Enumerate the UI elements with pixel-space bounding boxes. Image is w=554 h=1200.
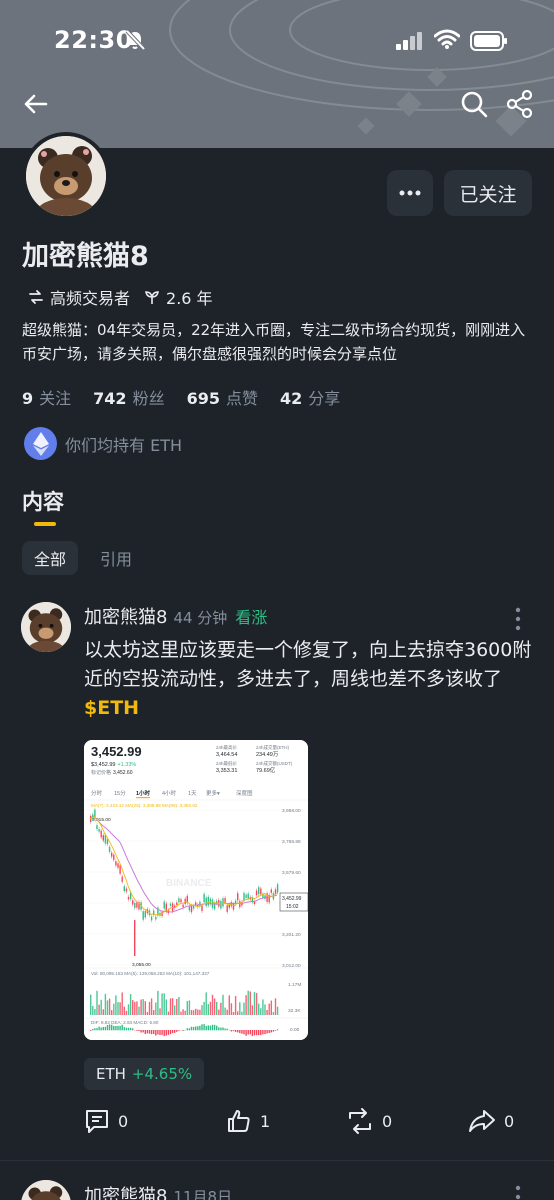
- tag-trader: 高频交易者: [28, 285, 130, 309]
- following-button[interactable]: 已关注: [444, 170, 532, 216]
- chart-y-tick: 3,201.20: [282, 932, 301, 938]
- more-options-button[interactable]: [387, 170, 433, 216]
- post-menu-icon[interactable]: [510, 606, 526, 632]
- svg-text:32.3K: 32.3K: [288, 1008, 301, 1014]
- svg-text:3,353.31: 3,353.31: [216, 768, 237, 774]
- chart-y-tick: 3,958.00: [282, 808, 301, 814]
- ticker-change: +4.65%: [131, 1065, 193, 1083]
- tab-content[interactable]: 内容: [22, 486, 64, 516]
- signal-icon: [396, 32, 422, 50]
- post-chart-image[interactable]: 3,452.99 $3,452.99 +1.33% 标记价格 3,452.60 24…: [84, 740, 308, 1040]
- profile-bio: 超级熊猫：04年交易员，22年进入币圈，专注二级市场合约现货，刚刚进入币安广场，…: [22, 321, 526, 363]
- repost-count: 0: [382, 1111, 393, 1131]
- svg-text:24h最低价: 24h最低价: [216, 760, 238, 767]
- post-author[interactable]: 加密熊猫8: [84, 1182, 167, 1200]
- status-time: 22:30: [54, 26, 133, 54]
- svg-text:3,055.00: 3,055.00: [132, 962, 151, 968]
- chart-interval-tab: 1天: [188, 790, 197, 797]
- svg-text:MA(7): 3,423.12 MA(25): 3,39: MA(7): 3,423.12 MA(25): 3,399.88 MA(99):…: [91, 803, 198, 808]
- svg-text:$3,452.99+1.33%: $3,452.99 +1.33%: [91, 762, 136, 768]
- eth-icon: [24, 427, 57, 460]
- status-bar: 22:30: [0, 0, 554, 84]
- chart-interval-tab: 更多▾: [206, 789, 220, 797]
- repost-icon: [349, 1108, 371, 1134]
- bell-muted-icon: [125, 29, 146, 51]
- forward-icon: [469, 1110, 495, 1132]
- chart-interval-tab: 分时: [91, 789, 103, 797]
- tag-years-label: 2.6 年: [166, 289, 213, 308]
- chart-interval-tab: 深度图: [236, 789, 253, 797]
- share-count: 0: [504, 1111, 515, 1131]
- ticker-pill[interactable]: ETH +4.65%: [84, 1058, 205, 1090]
- filter-quote[interactable]: 引用: [100, 541, 132, 575]
- post-time: 44 分钟: [173, 609, 228, 627]
- svg-text:3,464.54: 3,464.54: [216, 752, 237, 758]
- bear-avatar-image: [21, 602, 71, 652]
- post-meta: 加密熊猫8 44 分钟 看涨: [84, 603, 267, 629]
- post-text: 以太坊这里应该要走一个修复了，向上去掠夺3600附近的空投流动性，多进去了，周线…: [84, 639, 532, 719]
- bear-avatar-image: [26, 136, 106, 216]
- like-count: 1: [260, 1111, 271, 1131]
- profile-avatar[interactable]: [22, 132, 110, 220]
- svg-text:DIF: 8.82 DEA: 2.93 MACD:: DIF: 8.82 DEA: 2.93 MACD: 5.90: [91, 1020, 159, 1025]
- stat-likes: 695 点赞: [186, 389, 258, 408]
- profile-name: 加密熊猫8: [22, 241, 149, 272]
- sprout-icon: [145, 291, 159, 304]
- stat-shares: 42 分享: [280, 389, 341, 408]
- svg-text:BINANCE: BINANCE: [166, 878, 212, 889]
- chart-price: 3,452.99: [91, 744, 142, 759]
- tag-years: 2.6 年: [144, 285, 213, 309]
- post-author-avatar[interactable]: [21, 1180, 71, 1200]
- svg-text:15:02: 15:02: [286, 904, 299, 910]
- common-holding: 你们均持有 ETH: [24, 427, 182, 460]
- post-actions: 0 1 0 0: [84, 1108, 524, 1138]
- battery-icon: [470, 31, 507, 51]
- post-divider: [0, 1160, 554, 1161]
- svg-text:Vol: 80,095.153 MA(5): 129,0: Vol: 80,095.153 MA(5): 129,058.253 MA(10…: [91, 971, 210, 976]
- common-holding-text: 你们均持有 ETH: [65, 435, 183, 455]
- filter-all[interactable]: 全部: [22, 541, 78, 575]
- comment-button[interactable]: 0: [84, 1108, 128, 1134]
- share-post-button[interactable]: 0: [468, 1108, 514, 1134]
- like-button[interactable]: 1: [226, 1108, 270, 1134]
- post-meta: 加密熊猫8 11月8日: [84, 1182, 240, 1200]
- comment-icon: [86, 1110, 108, 1133]
- svg-text:3,452.99: 3,452.99: [282, 896, 302, 902]
- ellipsis-icon: [399, 190, 421, 196]
- post-menu-icon[interactable]: [510, 1184, 526, 1200]
- wifi-icon: [434, 29, 460, 49]
- post-author[interactable]: 加密熊猫8: [84, 603, 167, 629]
- thumbs-up-icon: [228, 1110, 250, 1132]
- chart-y-tick: 3,579.60: [282, 870, 301, 876]
- stat-followers[interactable]: 742 粉丝: [93, 385, 164, 409]
- svg-text:234.49万: 234.49万: [256, 751, 279, 758]
- chart-interval-tab: 15分: [114, 789, 126, 797]
- ticker-symbol: ETH: [96, 1065, 126, 1083]
- bear-avatar-image: [21, 1180, 71, 1200]
- chart-interval-tab: 4小时: [162, 789, 177, 797]
- chart-interval-tab: 1小时: [136, 789, 151, 797]
- svg-text:24h成交量(ETH): 24h成交量(ETH): [256, 744, 290, 751]
- svg-text:24h成交额(USDT): 24h成交额(USDT): [256, 760, 293, 767]
- svg-text:79.69亿: 79.69亿: [256, 766, 276, 774]
- svg-text:24h最高价: 24h最高价: [216, 744, 238, 751]
- back-arrow-icon[interactable]: [20, 88, 52, 120]
- comment-count: 0: [118, 1111, 129, 1131]
- repost-button[interactable]: 0: [346, 1108, 392, 1134]
- profile-stats: 9 关注 742 粉丝 695 点赞 42 分享: [22, 385, 362, 409]
- stat-following[interactable]: 9 关注: [22, 385, 71, 409]
- svg-text:0.00: 0.00: [290, 1027, 300, 1033]
- search-icon[interactable]: [458, 88, 490, 120]
- profile-tags: 高频交易者 2.6 年: [28, 285, 227, 309]
- share-icon[interactable]: [504, 88, 536, 120]
- post-author-avatar[interactable]: [21, 602, 71, 652]
- post-sentiment: 看涨: [235, 608, 268, 627]
- tag-trader-label: 高频交易者: [50, 289, 131, 308]
- swap-icon: [29, 290, 43, 304]
- post-ticker-link[interactable]: $ETH: [84, 697, 139, 719]
- tab-active-indicator: [34, 522, 56, 526]
- post-time: 11月8日: [173, 1188, 233, 1200]
- svg-text:1.17M: 1.17M: [288, 982, 301, 988]
- chart-y-tick: 3,768.88: [282, 839, 301, 845]
